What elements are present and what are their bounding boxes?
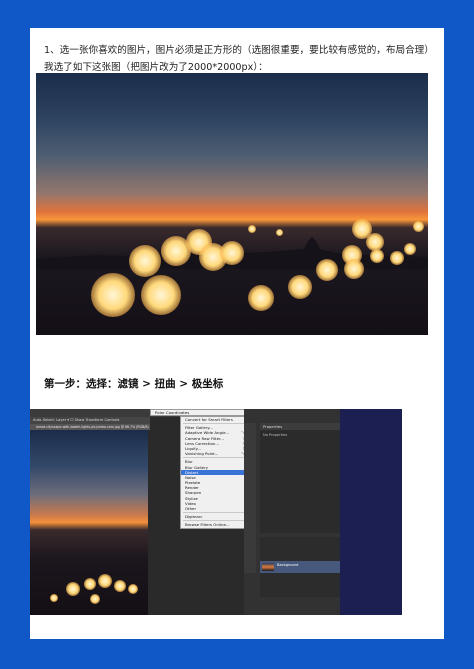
ps-tools-panel bbox=[244, 423, 256, 573]
ps-canvas bbox=[30, 430, 148, 615]
layer-row-background[interactable]: Background bbox=[260, 561, 340, 573]
intro-paragraph: 1、选一张你喜欢的图片，图片必须是正方形的（选图很重要，要比较有感觉的，布局合理… bbox=[44, 45, 434, 73]
layer-thumbnail bbox=[262, 563, 274, 571]
properties-panel-title[interactable]: Properties bbox=[260, 423, 340, 430]
filter-menu-last-filter[interactable]: Polar Coordinates bbox=[150, 409, 250, 416]
properties-empty-label: No Properties bbox=[263, 433, 288, 437]
ps-properties-panel: Properties No Properties bbox=[260, 423, 340, 533]
document-page: 1、选一张你喜欢的图片，图片必须是正方形的（选图很重要，要比较有感觉的，布局合理… bbox=[30, 28, 444, 639]
ps-background-area bbox=[340, 409, 402, 615]
step-one-heading: 第一步：选择：滤镜 > 扭曲 > 极坐标 bbox=[44, 378, 224, 390]
photoshop-screenshot: Auto-Select: Layer ▾ ☐ Show Transform Co… bbox=[30, 409, 402, 615]
ps-options-bar[interactable]: Auto-Select: Layer ▾ ☐ Show Transform Co… bbox=[30, 417, 150, 424]
cityscape-bokeh-photo bbox=[36, 73, 428, 335]
filter-menu-item-label: Browse Filters Online... bbox=[185, 522, 230, 528]
layer-name: Background bbox=[277, 563, 299, 567]
